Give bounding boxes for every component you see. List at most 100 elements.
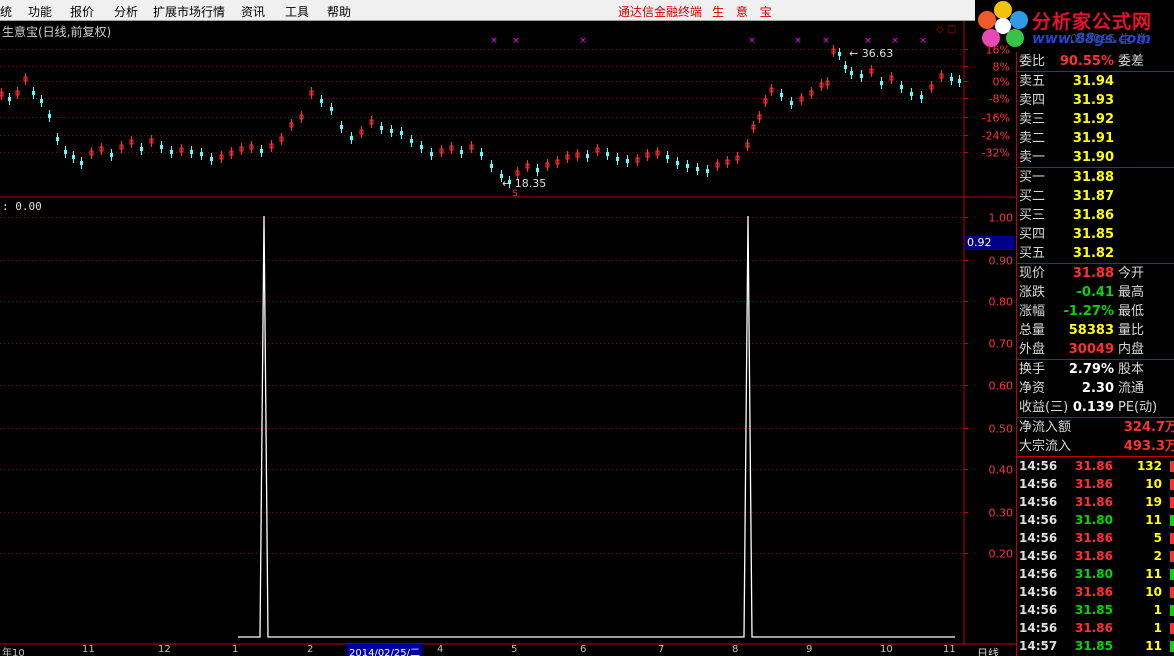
diamond-icon[interactable]: ◇ (936, 24, 944, 35)
candle-body (390, 129, 393, 133)
candle-body (780, 93, 783, 97)
menu-item-3[interactable]: 分析 (114, 3, 138, 20)
pct-tick-label: -32% (982, 147, 1010, 160)
candle-body (626, 159, 629, 163)
candle-body (160, 145, 163, 149)
stat-row-label: 外盘 (1019, 342, 1046, 357)
candle-body (676, 161, 679, 165)
menu-item-2[interactable]: 报价 (70, 3, 94, 20)
tick-time: 14:56 (1019, 477, 1058, 491)
stat-row: 总量 58383 量比 (1017, 321, 1174, 340)
indicator-tick-label: 1.00 (989, 212, 1014, 225)
signal-marker: × (919, 36, 927, 46)
ratio-value: 90.55% (1059, 54, 1114, 69)
date-tick: 6 (580, 644, 587, 655)
candle-body (950, 77, 953, 81)
stat-row-label2: 量比 (1118, 323, 1145, 338)
tick-list[interactable]: 14:56 31.86 132 14:56 31.86 10 14:56 31.86 19 14:… (1017, 457, 1174, 655)
candle-body (56, 137, 59, 141)
indicator-tick-label: 0.30 (989, 507, 1014, 520)
kline-chart[interactable]: 16% 8% 0% -8% -16% -24% -32% 1.00 0.90 0.80 0.70 0.… (0, 21, 1016, 645)
high-annotation: ← 36.63 (849, 47, 893, 60)
ask-list: 卖五 31.94 卖四 31.93 卖三 31.92 卖二 31.91 卖一 31.90 (1017, 72, 1174, 167)
tick-time: 14:56 (1019, 567, 1058, 581)
candle-body (790, 101, 793, 105)
candle-body (32, 91, 35, 95)
menu-item-7[interactable]: 帮助 (327, 3, 351, 20)
tick-row: 14:56 31.80 11 (1017, 511, 1174, 529)
signal-marker: × (794, 36, 802, 46)
ask-row: 卖三 31.92 (1017, 110, 1174, 129)
stat-row-label: 总量 (1019, 323, 1046, 338)
menu-item-6[interactable]: 工具 (285, 3, 309, 20)
candle-body (910, 92, 913, 96)
window-icon[interactable]: ▢ (947, 24, 956, 35)
candle-body (844, 65, 847, 69)
candle-body (460, 150, 463, 154)
tick-direction-mark (1170, 497, 1174, 508)
indicator-label: : 0.00 (2, 200, 42, 213)
bid-list: 买一 31.88 买二 31.87 买三 31.86 买四 31.85 买五 31.82 (1017, 168, 1174, 263)
tick-volume: 1 (1153, 603, 1162, 617)
pct-tick-label: 0% (993, 76, 1010, 89)
signal-marker: × (512, 36, 520, 46)
candle-body (64, 150, 67, 154)
tick-direction-mark (1170, 479, 1174, 490)
candle-body (860, 74, 863, 78)
tick-row: 14:56 31.86 2 (1017, 547, 1174, 565)
ask-row-label: 卖三 (1019, 112, 1046, 127)
bid-row-label: 买一 (1019, 170, 1046, 185)
tick-volume: 132 (1136, 459, 1162, 473)
stat2-row: 净资 2.30 流通 (1017, 379, 1174, 398)
ask-row: 卖二 31.91 (1017, 129, 1174, 148)
menu-bar: 统功能 报价 分析 扩展市场行情 资讯 工具 帮助 (0, 0, 975, 21)
tick-row: 14:56 31.86 19 (1017, 493, 1174, 511)
indicator-tick-label: 0.90 (989, 255, 1014, 268)
tick-volume: 1 (1153, 621, 1162, 635)
ask-row: 卖四 31.93 (1017, 91, 1174, 110)
period-button[interactable]: 日线 (977, 645, 999, 656)
menu-item-4[interactable]: 扩展市场行情 (153, 3, 225, 20)
indicator-tick-label: 0.20 (989, 548, 1014, 561)
bid-row-value: 31.88 (1072, 170, 1114, 185)
flow-label: 净流入额 (1019, 420, 1072, 435)
tick-time: 14:56 (1019, 513, 1058, 527)
candle-body (430, 152, 433, 156)
tick-row: 14:56 31.86 1 (1017, 619, 1174, 637)
candle-body (586, 154, 589, 158)
candle-body (490, 164, 493, 168)
date-tick: 2 (307, 644, 314, 655)
bid-row-label: 买二 (1019, 189, 1046, 204)
menu-item-0[interactable]: 统 (0, 3, 12, 20)
candle-body (920, 95, 923, 99)
menu-item-5[interactable]: 资讯 (241, 3, 265, 20)
ask-row-value: 31.91 (1072, 131, 1114, 146)
flow-value: 493.3万 (1123, 439, 1174, 454)
ask-row-label: 卖四 (1019, 93, 1046, 108)
tick-price: 31.86 (1075, 495, 1113, 509)
candle-body (210, 157, 213, 161)
flow-list: 净流入额 324.7万 大宗流入 493.3万 (1017, 418, 1174, 456)
date-tick: 1 (232, 644, 239, 655)
tick-volume: 11 (1145, 513, 1162, 527)
candle-body (480, 152, 483, 156)
pct-tick-label: -24% (982, 130, 1010, 143)
menu-item-1[interactable]: 功能 (28, 3, 52, 20)
chart-toolbar[interactable]: ◇ ▢ (936, 24, 956, 35)
tick-price: 31.86 (1075, 621, 1113, 635)
stat2-row-label2: 流通 (1118, 381, 1145, 396)
candle-body (72, 155, 75, 159)
indicator-tick-label: 0.80 (989, 296, 1014, 309)
indicator-tick-label: 0.40 (989, 464, 1014, 477)
tick-direction-mark (1170, 587, 1174, 598)
candle-body (666, 155, 669, 159)
tick-price: 31.86 (1075, 477, 1113, 491)
tick-price: 31.86 (1075, 531, 1113, 545)
tick-volume: 5 (1153, 531, 1162, 545)
ask-row-value: 31.90 (1072, 150, 1114, 165)
stat-row-label: 现价 (1019, 266, 1046, 281)
stat-row-value: 31.88 (1072, 266, 1114, 281)
stat2-row-label: 换手 (1019, 362, 1046, 377)
tick-price: 31.80 (1075, 567, 1113, 581)
tick-volume: 11 (1145, 639, 1162, 653)
